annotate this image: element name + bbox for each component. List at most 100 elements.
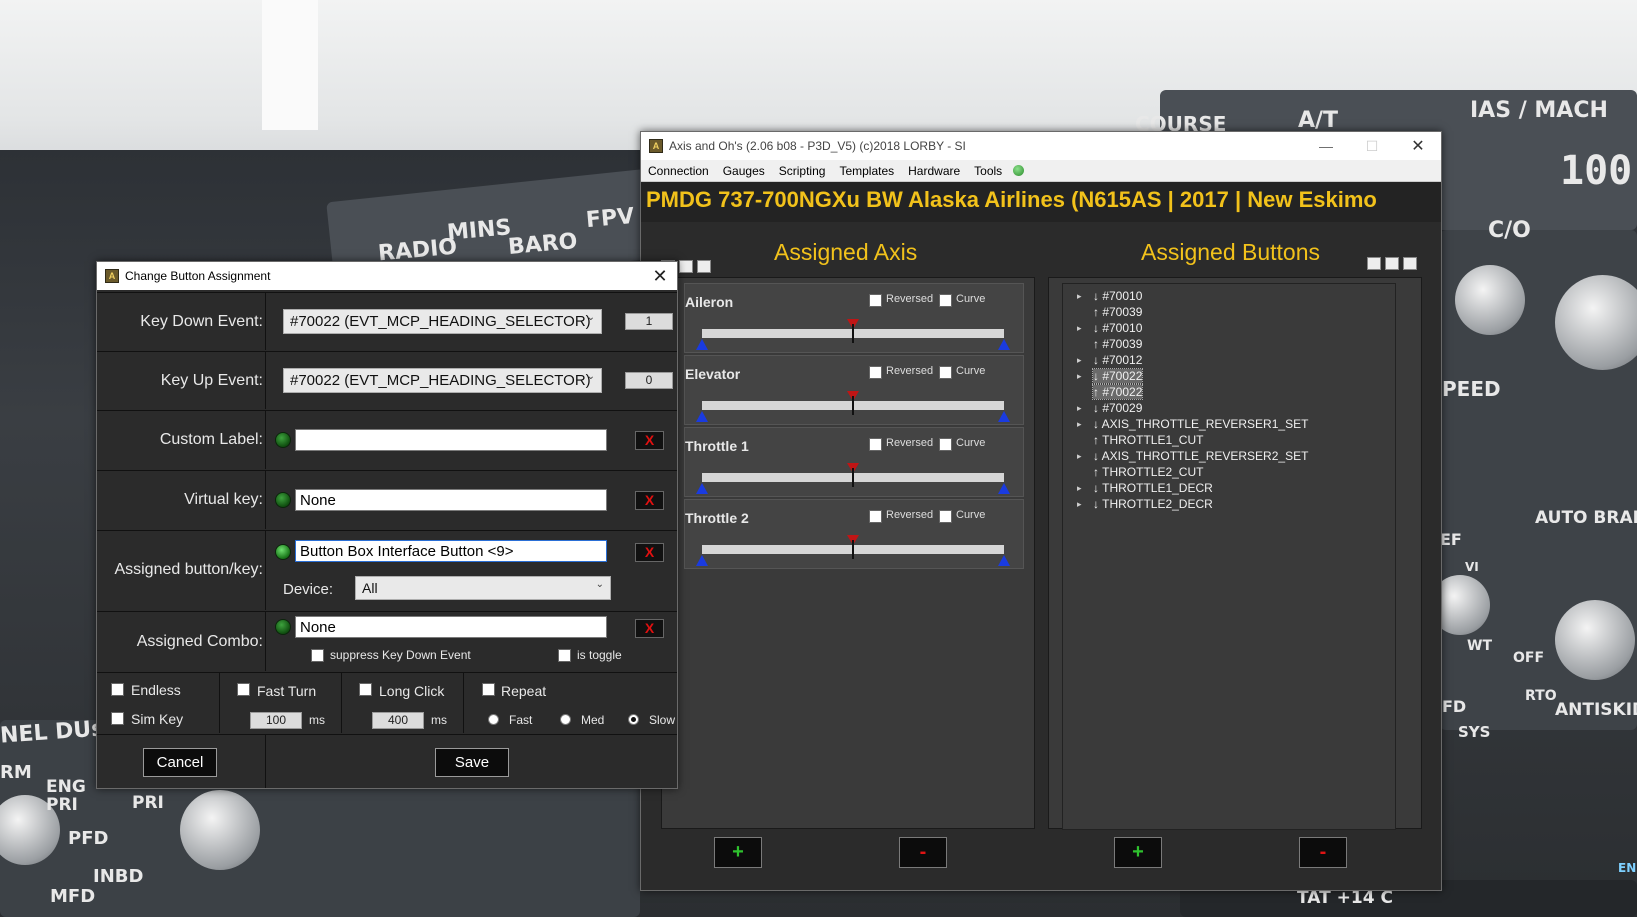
menu-bar: Connection Gauges Scripting Templates Ha… — [641, 160, 1441, 182]
assigned-buttons-list[interactable]: ▸ ↓ #70010 ↑ #70039 ▸ ↓ #70010 ↑ #70039 ▸ ↓ #70… — [1062, 283, 1396, 830]
expand-arrow-icon[interactable]: ▸ — [1077, 480, 1082, 496]
button-list-item-text: ↓ THROTTLE1_DECR — [1093, 481, 1213, 495]
axis-curve-checkbox[interactable] — [939, 366, 952, 379]
expand-arrow-icon[interactable]: ▸ — [1077, 400, 1082, 416]
close-button[interactable]: ✕ — [1395, 132, 1441, 160]
dialog-close-button[interactable]: ✕ — [643, 262, 677, 290]
button-list-item[interactable]: ↑ THROTTLE2_CUT — [1073, 464, 1395, 480]
remove-button-assignment-button[interactable]: - — [1299, 837, 1347, 868]
axis-min-handle-icon[interactable] — [696, 555, 708, 566]
button-list-item[interactable]: ▸ ↓ THROTTLE2_DECR — [1073, 496, 1395, 512]
export-icon[interactable] — [697, 260, 711, 273]
expand-arrow-icon[interactable]: ▸ — [1077, 416, 1082, 432]
expand-arrow-icon[interactable]: ▸ — [1077, 288, 1082, 304]
axis-row[interactable]: Throttle 1 Reversed Curve — [684, 427, 1024, 497]
minimize-button[interactable]: — — [1303, 132, 1349, 160]
axis-reversed-checkbox[interactable] — [869, 366, 882, 379]
button-list-item[interactable]: ▸ ↓ #70022 — [1073, 368, 1395, 384]
endless-checkbox[interactable] — [111, 683, 124, 696]
repeat-med-radio[interactable] — [560, 714, 571, 725]
menu-templates[interactable]: Templates — [832, 164, 901, 178]
expand-arrow-icon[interactable]: ▸ — [1077, 448, 1082, 464]
detail-view-icon[interactable] — [1385, 257, 1399, 270]
export-icon[interactable] — [1403, 257, 1417, 270]
bg-label-antiskid: ANTISKID — [1555, 700, 1637, 720]
key-up-value-field[interactable]: 0 — [625, 372, 673, 389]
device-select[interactable]: All ⌄ — [355, 576, 611, 600]
clear-assigned-combo-button[interactable]: X — [635, 619, 664, 638]
axis-row[interactable]: Aileron Reversed Curve — [684, 283, 1024, 353]
menu-gauges[interactable]: Gauges — [716, 164, 772, 178]
axis-max-handle-icon[interactable] — [998, 555, 1010, 566]
axis-max-handle-icon[interactable] — [998, 411, 1010, 422]
button-list-item[interactable]: ▸ ↓ #70010 — [1073, 320, 1395, 336]
suppress-key-down-checkbox[interactable] — [311, 649, 324, 662]
button-list-item-text: ↓ #70010 — [1093, 321, 1143, 335]
axis-curve-checkbox[interactable] — [939, 438, 952, 451]
axis-reversed-checkbox[interactable] — [869, 438, 882, 451]
button-list-item[interactable]: ▸ ↓ AXIS_THROTTLE_REVERSER1_SET — [1073, 416, 1395, 432]
long-click-ms-field[interactable]: 400 — [372, 712, 424, 729]
detail-view-icon[interactable] — [679, 260, 693, 273]
bg-label-eng-pri: ENG PRI — [46, 777, 86, 815]
axis-max-handle-icon[interactable] — [998, 483, 1010, 494]
repeat-fast-label: Fast — [509, 713, 533, 727]
axis-min-handle-icon[interactable] — [696, 411, 708, 422]
button-list-item[interactable]: ↑ #70039 — [1073, 336, 1395, 352]
assigned-button-input[interactable]: Button Box Interface Button <9> — [295, 540, 607, 562]
axis-min-handle-icon[interactable] — [696, 483, 708, 494]
axis-curve-checkbox[interactable] — [939, 510, 952, 523]
maximize-button[interactable]: ☐ — [1349, 132, 1395, 160]
menu-hardware[interactable]: Hardware — [901, 164, 967, 178]
add-button-assignment-button[interactable]: + — [1114, 837, 1162, 868]
app-icon: A — [649, 139, 663, 153]
virtual-key-input[interactable]: None — [295, 489, 607, 511]
button-list-item[interactable]: ▸ ↓ #70012 — [1073, 352, 1395, 368]
axis-min-handle-icon[interactable] — [696, 339, 708, 350]
button-list-item[interactable]: ▸ ↓ #70010 — [1073, 288, 1395, 304]
save-button[interactable]: Save — [435, 748, 509, 777]
menu-connection[interactable]: Connection — [641, 164, 716, 178]
button-list-item[interactable]: ↑ #70022 — [1073, 384, 1395, 400]
repeat-fast-radio[interactable] — [488, 714, 499, 725]
cancel-button[interactable]: Cancel — [143, 748, 217, 777]
sim-key-checkbox[interactable] — [111, 712, 124, 725]
axis-row[interactable]: Throttle 2 Reversed Curve — [684, 499, 1024, 569]
axis-reversed-label: Reversed — [886, 365, 934, 377]
clear-custom-label-button[interactable]: X — [635, 431, 664, 450]
axis-curve-checkbox[interactable] — [939, 294, 952, 307]
button-list-item[interactable]: ↑ #70039 — [1073, 304, 1395, 320]
clear-virtual-key-button[interactable]: X — [635, 491, 664, 510]
clear-assigned-button-button[interactable]: X — [635, 543, 664, 562]
fast-turn-ms-field[interactable]: 100 — [250, 712, 302, 729]
menu-scripting[interactable]: Scripting — [772, 164, 833, 178]
long-click-checkbox[interactable] — [359, 683, 372, 696]
expand-arrow-icon[interactable]: ▸ — [1077, 368, 1082, 384]
custom-label-input[interactable] — [295, 429, 607, 451]
expand-arrow-icon[interactable]: ▸ — [1077, 496, 1082, 512]
expand-arrow-icon[interactable]: ▸ — [1077, 352, 1082, 368]
aircraft-banner: PMDG 737-700NGXu BW Alaska Airlines (N61… — [641, 182, 1441, 222]
remove-axis-button[interactable]: - — [899, 837, 947, 868]
bg-label-tat: TAT +14 C — [1297, 888, 1393, 908]
axis-reversed-checkbox[interactable] — [869, 510, 882, 523]
key-down-event-select[interactable]: #70022 (EVT_MCP_HEADING_SELECTOR) ⌄ — [283, 309, 602, 334]
key-up-event-select[interactable]: #70022 (EVT_MCP_HEADING_SELECTOR) ⌄ — [283, 368, 602, 393]
add-axis-button[interactable]: + — [714, 837, 762, 868]
is-toggle-checkbox[interactable] — [558, 649, 571, 662]
button-list-item[interactable]: ↑ THROTTLE1_CUT — [1073, 432, 1395, 448]
list-view-icon[interactable] — [1367, 257, 1381, 270]
menu-tools[interactable]: Tools — [967, 164, 1009, 178]
expand-arrow-icon[interactable]: ▸ — [1077, 320, 1082, 336]
fast-turn-checkbox[interactable] — [237, 683, 250, 696]
repeat-checkbox[interactable] — [482, 683, 495, 696]
button-list-item[interactable]: ▸ ↓ AXIS_THROTTLE_REVERSER2_SET — [1073, 448, 1395, 464]
button-list-item[interactable]: ▸ ↓ #70029 — [1073, 400, 1395, 416]
assigned-combo-input[interactable]: None — [295, 616, 607, 638]
axis-row[interactable]: Elevator Reversed Curve — [684, 355, 1024, 425]
key-down-value-field[interactable]: 1 — [625, 313, 673, 330]
button-list-item[interactable]: ▸ ↓ THROTTLE1_DECR — [1073, 480, 1395, 496]
repeat-slow-radio[interactable] — [628, 714, 639, 725]
axis-reversed-checkbox[interactable] — [869, 294, 882, 307]
axis-max-handle-icon[interactable] — [998, 339, 1010, 350]
